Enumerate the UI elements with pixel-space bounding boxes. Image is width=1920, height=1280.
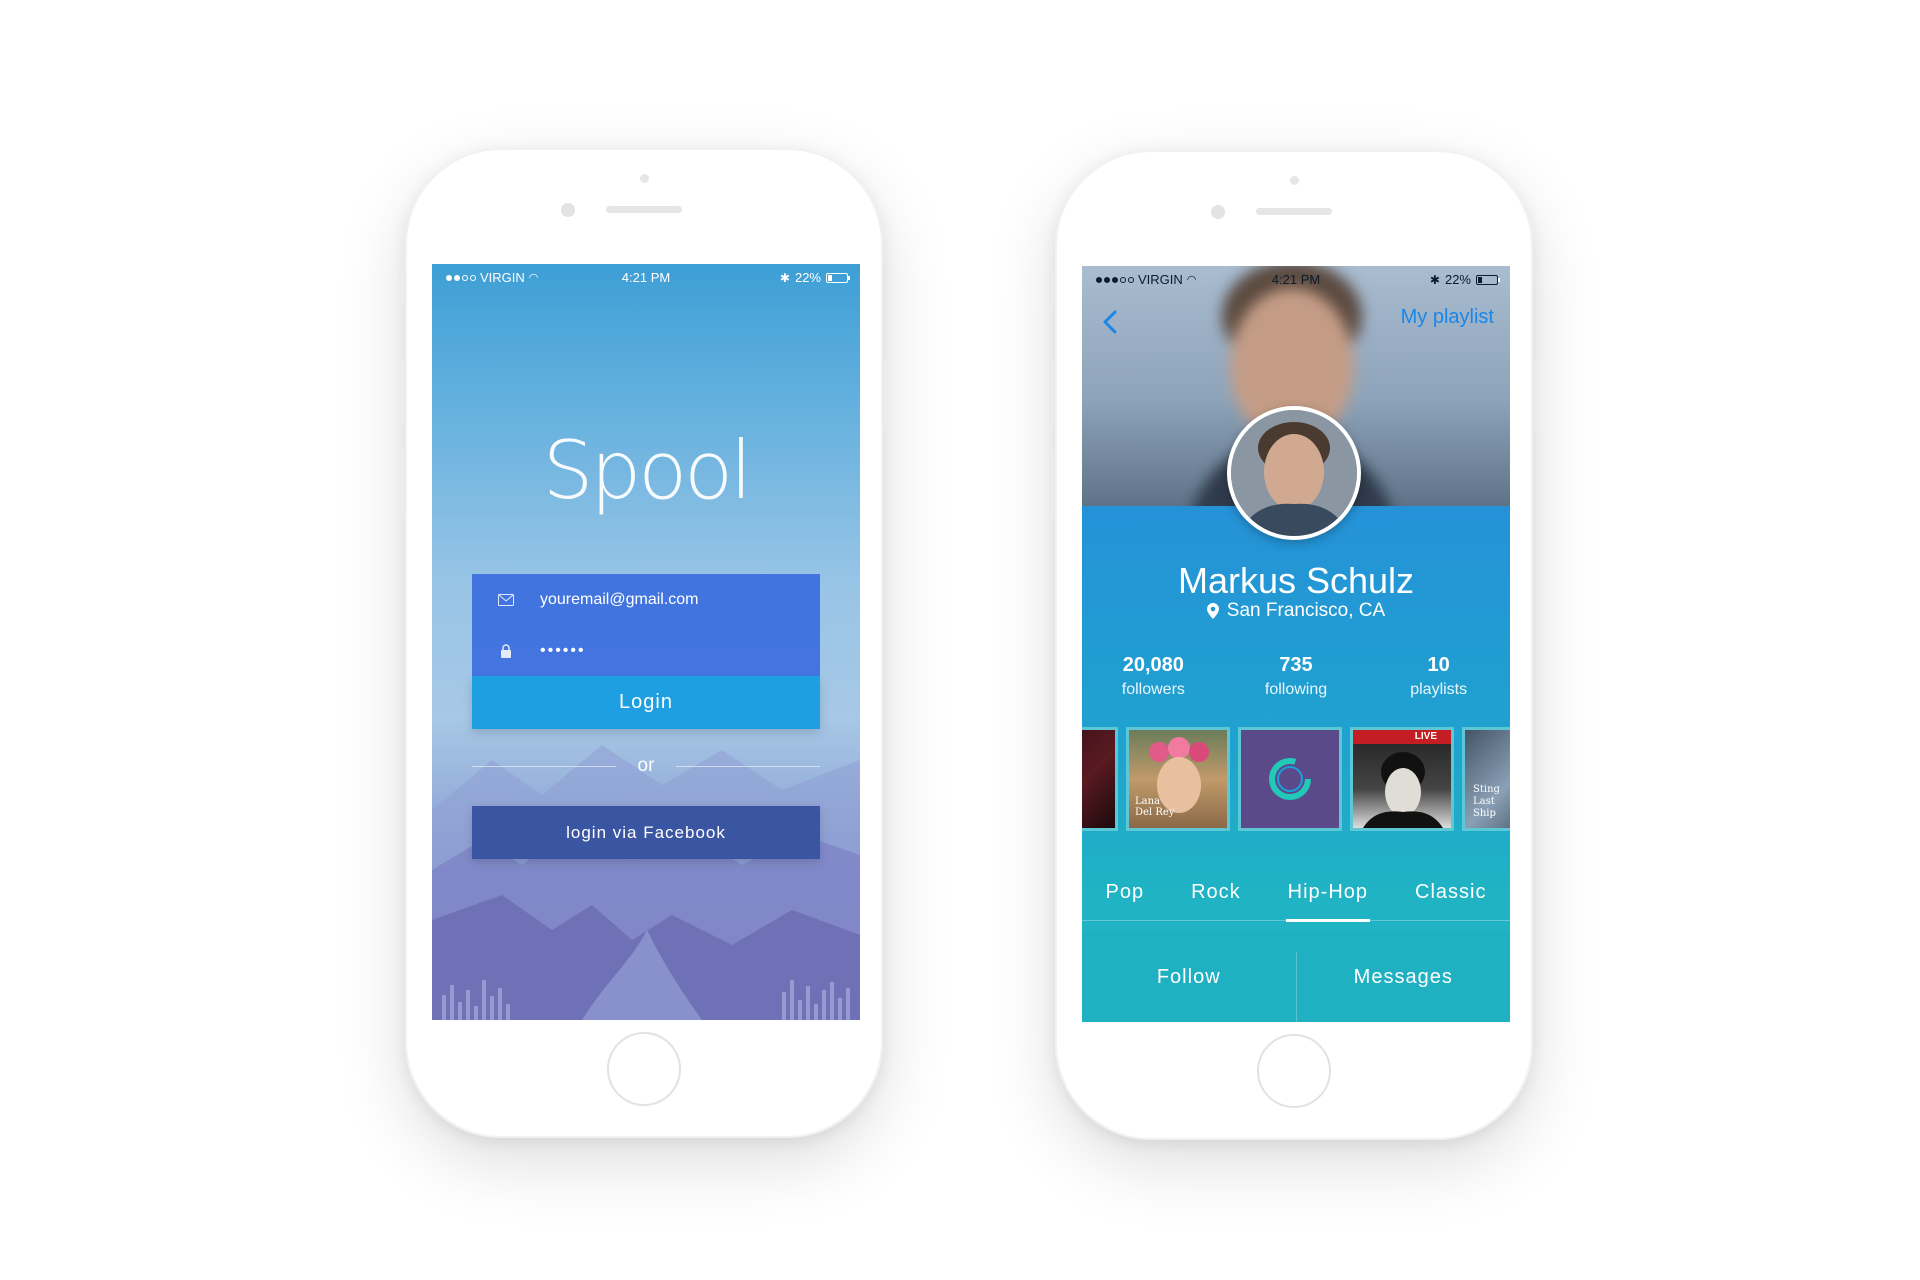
profile-location: San Francisco, CA: [1082, 600, 1510, 622]
circle-logo-icon: [1269, 758, 1311, 800]
status-bar: VIRGIN ◠ 4:21 PM ✱ 22%: [1082, 266, 1510, 292]
album-title: Sting Last Ship: [1473, 784, 1500, 819]
messages-button[interactable]: Messages: [1297, 932, 1511, 1022]
album-carousel[interactable]: Lana Del Rey LIVE Sting Last Ship: [1082, 724, 1510, 834]
login-button[interactable]: Login: [472, 676, 820, 729]
lana-del-rey-album-cover[interactable]: Lana Del Rey: [1126, 727, 1230, 831]
follow-button[interactable]: Follow: [1082, 932, 1296, 1022]
circle-logo-album-cover[interactable]: [1238, 727, 1342, 831]
location-text: San Francisco, CA: [1226, 600, 1386, 621]
phone-front-sensor: [1290, 176, 1299, 185]
phone-volume-down: [1049, 448, 1054, 520]
phone-power-button: [884, 358, 889, 430]
phone-volume-down: [399, 446, 404, 518]
status-bar: VIRGIN ◠ 4:21 PM ✱ 22%: [432, 264, 860, 290]
bluetooth-icon: ✱: [779, 270, 790, 285]
avatar: [1227, 406, 1361, 540]
phone-frame-login: VIRGIN ◠ 4:21 PM ✱ 22% Spool youremail@g…: [399, 148, 889, 1138]
phone-speaker: [606, 206, 682, 213]
tab-pop[interactable]: Pop: [1104, 873, 1147, 912]
profile-screen: VIRGIN ◠ 4:21 PM ✱ 22% My playlist Marku…: [1082, 266, 1510, 1022]
avatar-portrait: [1231, 410, 1357, 536]
password-field[interactable]: ••••••: [472, 625, 820, 676]
battery-percent: 22%: [1444, 272, 1471, 287]
tab-hip-hop[interactable]: Hip-Hop: [1285, 873, 1371, 922]
password-value: ••••••: [540, 641, 586, 659]
login-form: youremail@gmail.com •••••• Login: [472, 574, 820, 729]
divider-line-right: [676, 765, 820, 767]
facebook-login-button[interactable]: login via Facebook: [472, 806, 820, 859]
phone-front-sensor: [640, 174, 649, 183]
phone-volume-up: [1049, 358, 1054, 430]
my-playlist-link[interactable]: My playlist: [1401, 306, 1494, 329]
or-label: or: [637, 755, 655, 776]
stat-followers[interactable]: 20,080 followers: [1082, 654, 1225, 699]
login-screen: VIRGIN ◠ 4:21 PM ✱ 22% Spool youremail@g…: [432, 264, 860, 1020]
app-logo: Spool: [542, 424, 753, 517]
profile-name: Markus Schulz: [1177, 560, 1415, 601]
mail-icon: [472, 593, 540, 606]
bob-dylan-live-album-cover[interactable]: LIVE: [1350, 727, 1454, 831]
location-pin-icon: [1206, 603, 1219, 619]
stat-value: 10: [1427, 654, 1450, 676]
sting-album-cover[interactable]: Sting Last Ship: [1462, 727, 1510, 831]
stat-label: following: [1264, 681, 1328, 698]
phone-camera: [561, 203, 575, 217]
phone-frame-profile: VIRGIN ◠ 4:21 PM ✱ 22% My playlist Marku…: [1049, 150, 1539, 1140]
tab-classic[interactable]: Classic: [1413, 873, 1488, 912]
profile-actions: Follow Messages: [1082, 932, 1510, 1022]
battery-icon: [826, 272, 850, 283]
lock-icon: [472, 643, 540, 658]
album-title: LIVE: [1414, 731, 1437, 742]
album-title: Lana Del Rey: [1135, 796, 1175, 818]
phone-volume-up: [399, 356, 404, 428]
chevron-left-icon: [1103, 310, 1117, 334]
phone-power-button: [1534, 360, 1539, 432]
email-value: youremail@gmail.com: [540, 590, 699, 608]
profile-stats: 20,080 followers 735 following 10 playli…: [1082, 654, 1510, 699]
stat-following[interactable]: 735 following: [1225, 654, 1368, 699]
or-divider: or: [472, 755, 820, 777]
back-button[interactable]: [1092, 304, 1128, 340]
phone-mute-switch: [399, 270, 404, 306]
stat-playlists[interactable]: 10 playlists: [1367, 654, 1510, 699]
stat-label: followers: [1121, 681, 1185, 698]
home-button[interactable]: [1257, 1034, 1331, 1108]
divider-line-left: [472, 765, 616, 767]
stat-label: playlists: [1410, 681, 1468, 698]
battery-icon: [1476, 274, 1500, 285]
phone-speaker: [1256, 208, 1332, 215]
phone-camera: [1211, 205, 1225, 219]
battery-percent: 22%: [794, 270, 821, 285]
stat-value: 735: [1279, 654, 1313, 676]
dark-album-cover[interactable]: [1082, 727, 1118, 831]
email-field[interactable]: youremail@gmail.com: [472, 574, 820, 625]
home-button[interactable]: [607, 1032, 681, 1106]
bluetooth-icon: ✱: [1429, 272, 1440, 287]
stat-value: 20,080: [1122, 654, 1184, 676]
genre-tabs: Pop Rock Hip-Hop Classic: [1082, 864, 1510, 922]
tab-rock[interactable]: Rock: [1189, 873, 1243, 912]
phone-mute-switch: [1049, 272, 1054, 308]
